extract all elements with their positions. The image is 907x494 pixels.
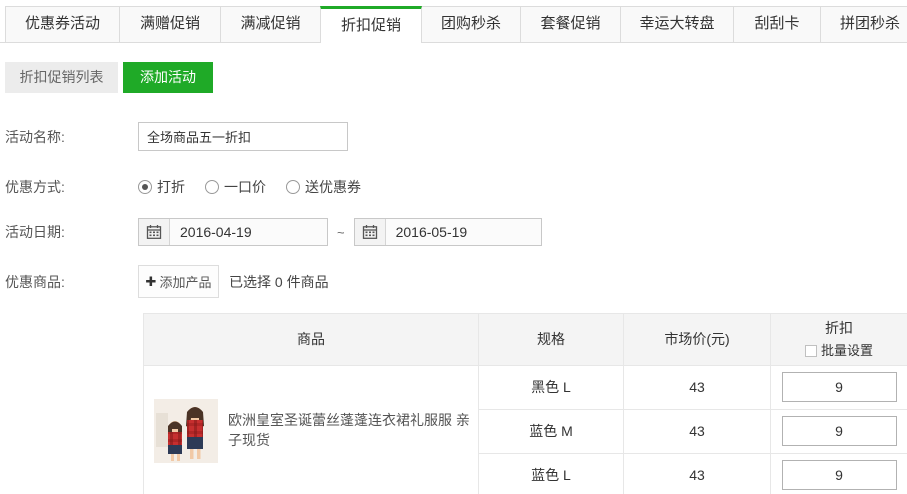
- tab-scratch-card[interactable]: 刮刮卡: [733, 6, 821, 42]
- radio-option-dazhe[interactable]: 打折: [138, 177, 185, 197]
- spec-cell: 蓝色 L: [479, 453, 624, 494]
- product-name: 欧洲皇室圣诞蕾丝蓬蓬连衣裙礼服服 亲子现货: [228, 411, 478, 450]
- plus-icon: ✚: [146, 274, 157, 290]
- product-discount-table: 商品 规格 市场价(元) 折扣 批量设置: [143, 313, 907, 494]
- discount-activity-form: 活动名称: 优惠方式: 打折 一口价 送优惠券 活动日期: 2016-0: [0, 122, 907, 494]
- activity-name-row: 活动名称:: [5, 122, 907, 151]
- radio-selected-icon[interactable]: [138, 180, 152, 194]
- table-header-row: 商品 规格 市场价(元) 折扣 批量设置: [144, 314, 907, 366]
- calendar-icon[interactable]: [355, 219, 386, 245]
- radio-option-songyouhuiquan[interactable]: 送优惠券: [286, 177, 361, 197]
- product-image: [154, 399, 218, 463]
- discount-method-row: 优惠方式: 打折 一口价 送优惠券: [5, 177, 907, 197]
- batch-set-label: 批量设置: [821, 341, 873, 361]
- batch-set-checkbox[interactable]: [805, 345, 817, 357]
- radio-option-label: 送优惠券: [305, 177, 361, 197]
- tab-discount-promotion[interactable]: 折扣促销: [320, 6, 422, 43]
- activity-date-row: 活动日期: 2016-04-19 ~ 2016-05-19: [5, 218, 907, 246]
- subnav: 折扣促销列表 添加活动: [5, 62, 907, 93]
- price-cell: 43: [624, 365, 771, 409]
- tab-full-gift[interactable]: 满赠促销: [119, 6, 221, 42]
- tab-package-promotion[interactable]: 套餐促销: [520, 6, 621, 42]
- product-cell: 欧洲皇室圣诞蕾丝蓬蓬连衣裙礼服服 亲子现货: [144, 365, 479, 494]
- radio-unselected-icon[interactable]: [286, 180, 300, 194]
- discount-input[interactable]: [782, 372, 897, 402]
- discount-method-label: 优惠方式:: [5, 177, 138, 197]
- radio-unselected-icon[interactable]: [205, 180, 219, 194]
- add-product-button[interactable]: ✚ 添加产品: [138, 265, 219, 298]
- tab-pintuan-seckill[interactable]: 拼团秒杀: [820, 6, 907, 42]
- add-product-button-label: 添加产品: [159, 272, 211, 291]
- selected-count-text: 已选择 0 件商品: [229, 272, 329, 292]
- header-discount-title: 折扣: [771, 318, 907, 339]
- spec-cell: 黑色 L: [479, 365, 624, 409]
- activity-name-input[interactable]: [138, 122, 348, 151]
- start-date-value: 2016-04-19: [170, 219, 252, 245]
- radio-option-label: 打折: [157, 177, 185, 197]
- promotion-tabbar: 优惠券活动 满赠促销 满减促销 折扣促销 团购秒杀 套餐促销 幸运大转盘 刮刮卡…: [0, 0, 907, 43]
- activity-name-label: 活动名称:: [5, 127, 138, 147]
- promo-products-row: 优惠商品: ✚ 添加产品 已选择 0 件商品: [5, 265, 907, 298]
- header-spec: 规格: [479, 314, 624, 366]
- activity-date-label: 活动日期:: [5, 222, 138, 242]
- discount-list-button[interactable]: 折扣促销列表: [5, 62, 118, 93]
- end-date-picker[interactable]: 2016-05-19: [354, 218, 542, 246]
- price-cell: 43: [624, 453, 771, 494]
- add-activity-button[interactable]: 添加活动: [123, 62, 213, 93]
- start-date-picker[interactable]: 2016-04-19: [138, 218, 328, 246]
- date-range-separator: ~: [337, 225, 345, 240]
- calendar-icon[interactable]: [139, 219, 170, 245]
- discount-method-options: 打折 一口价 送优惠券: [138, 177, 381, 197]
- discount-input[interactable]: [782, 460, 897, 490]
- promo-products-label: 优惠商品:: [5, 272, 138, 292]
- tab-coupon-activity[interactable]: 优惠券活动: [5, 6, 120, 42]
- tab-full-reduction[interactable]: 满减促销: [220, 6, 321, 42]
- header-product: 商品: [144, 314, 479, 366]
- tab-group-seckill[interactable]: 团购秒杀: [421, 6, 521, 42]
- price-cell: 43: [624, 409, 771, 453]
- radio-option-yikoujia[interactable]: 一口价: [205, 177, 266, 197]
- header-price: 市场价(元): [624, 314, 771, 366]
- spec-cell: 蓝色 M: [479, 409, 624, 453]
- radio-option-label: 一口价: [224, 177, 266, 197]
- end-date-value: 2016-05-19: [386, 219, 468, 245]
- tab-lucky-wheel[interactable]: 幸运大转盘: [620, 6, 734, 42]
- discount-input[interactable]: [782, 416, 897, 446]
- table-row: 欧洲皇室圣诞蕾丝蓬蓬连衣裙礼服服 亲子现货 黑色 L 43: [144, 365, 907, 409]
- header-discount: 折扣 批量设置: [771, 314, 907, 366]
